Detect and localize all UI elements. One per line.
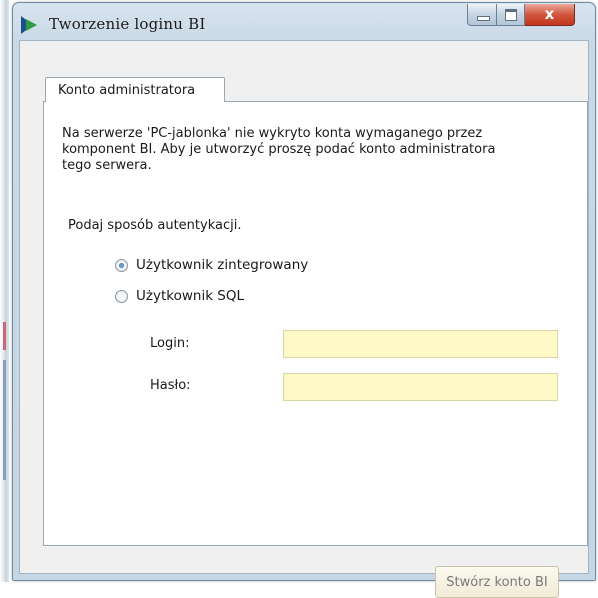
tab-panel: Na serwerze 'PC-jablonka' nie wykryto ko…: [43, 101, 588, 546]
login-label: Login:: [150, 336, 190, 351]
description-line: tego serwera.: [62, 158, 152, 173]
radio-label: Użytkownik zintegrowany: [136, 257, 309, 273]
app-icon: [21, 16, 37, 34]
auth-method-prompt: Podaj sposób autentykacji.: [68, 218, 242, 233]
minimize-icon: [477, 16, 490, 21]
radio-sql-user[interactable]: Użytkownik SQL: [115, 288, 244, 304]
create-bi-account-button[interactable]: Stwórz konto BI: [435, 566, 559, 598]
close-icon: x: [544, 5, 555, 23]
minimize-button[interactable]: [467, 4, 497, 26]
title-bar[interactable]: Tworzenie loginu BI x: [13, 3, 595, 39]
tab-admin-account[interactable]: Konto administratora: [45, 77, 225, 102]
login-input[interactable]: [283, 330, 558, 358]
dialog-window: Tworzenie loginu BI x Konto administrato…: [12, 2, 596, 598]
description-text: Na serwerze 'PC-jablonka' nie wykryto ko…: [62, 126, 567, 174]
radio-button-checked[interactable]: [115, 258, 128, 272]
background-window-marker: [3, 322, 6, 350]
maximize-icon: [505, 9, 517, 21]
window-title: Tworzenie loginu BI: [49, 15, 206, 33]
dialog-client-area: Konto administratora Na serwerze 'PC-jab…: [19, 40, 589, 598]
close-button[interactable]: x: [525, 4, 575, 26]
description-line: komponent BI. Aby je utworzyć proszę pod…: [62, 142, 496, 157]
background-window-edge: [0, 0, 9, 582]
description-line: Na serwerze 'PC-jablonka' nie wykryto ko…: [62, 126, 483, 141]
password-label: Hasło:: [150, 378, 191, 393]
background-window-marker: [3, 360, 6, 480]
password-input[interactable]: [283, 373, 558, 401]
tab-label: Konto administratora: [58, 83, 196, 98]
maximize-button[interactable]: [497, 4, 525, 26]
radio-integrated-user[interactable]: Użytkownik zintegrowany: [115, 257, 308, 273]
radio-label: Użytkownik SQL: [136, 288, 245, 304]
radio-button[interactable]: [115, 289, 128, 303]
